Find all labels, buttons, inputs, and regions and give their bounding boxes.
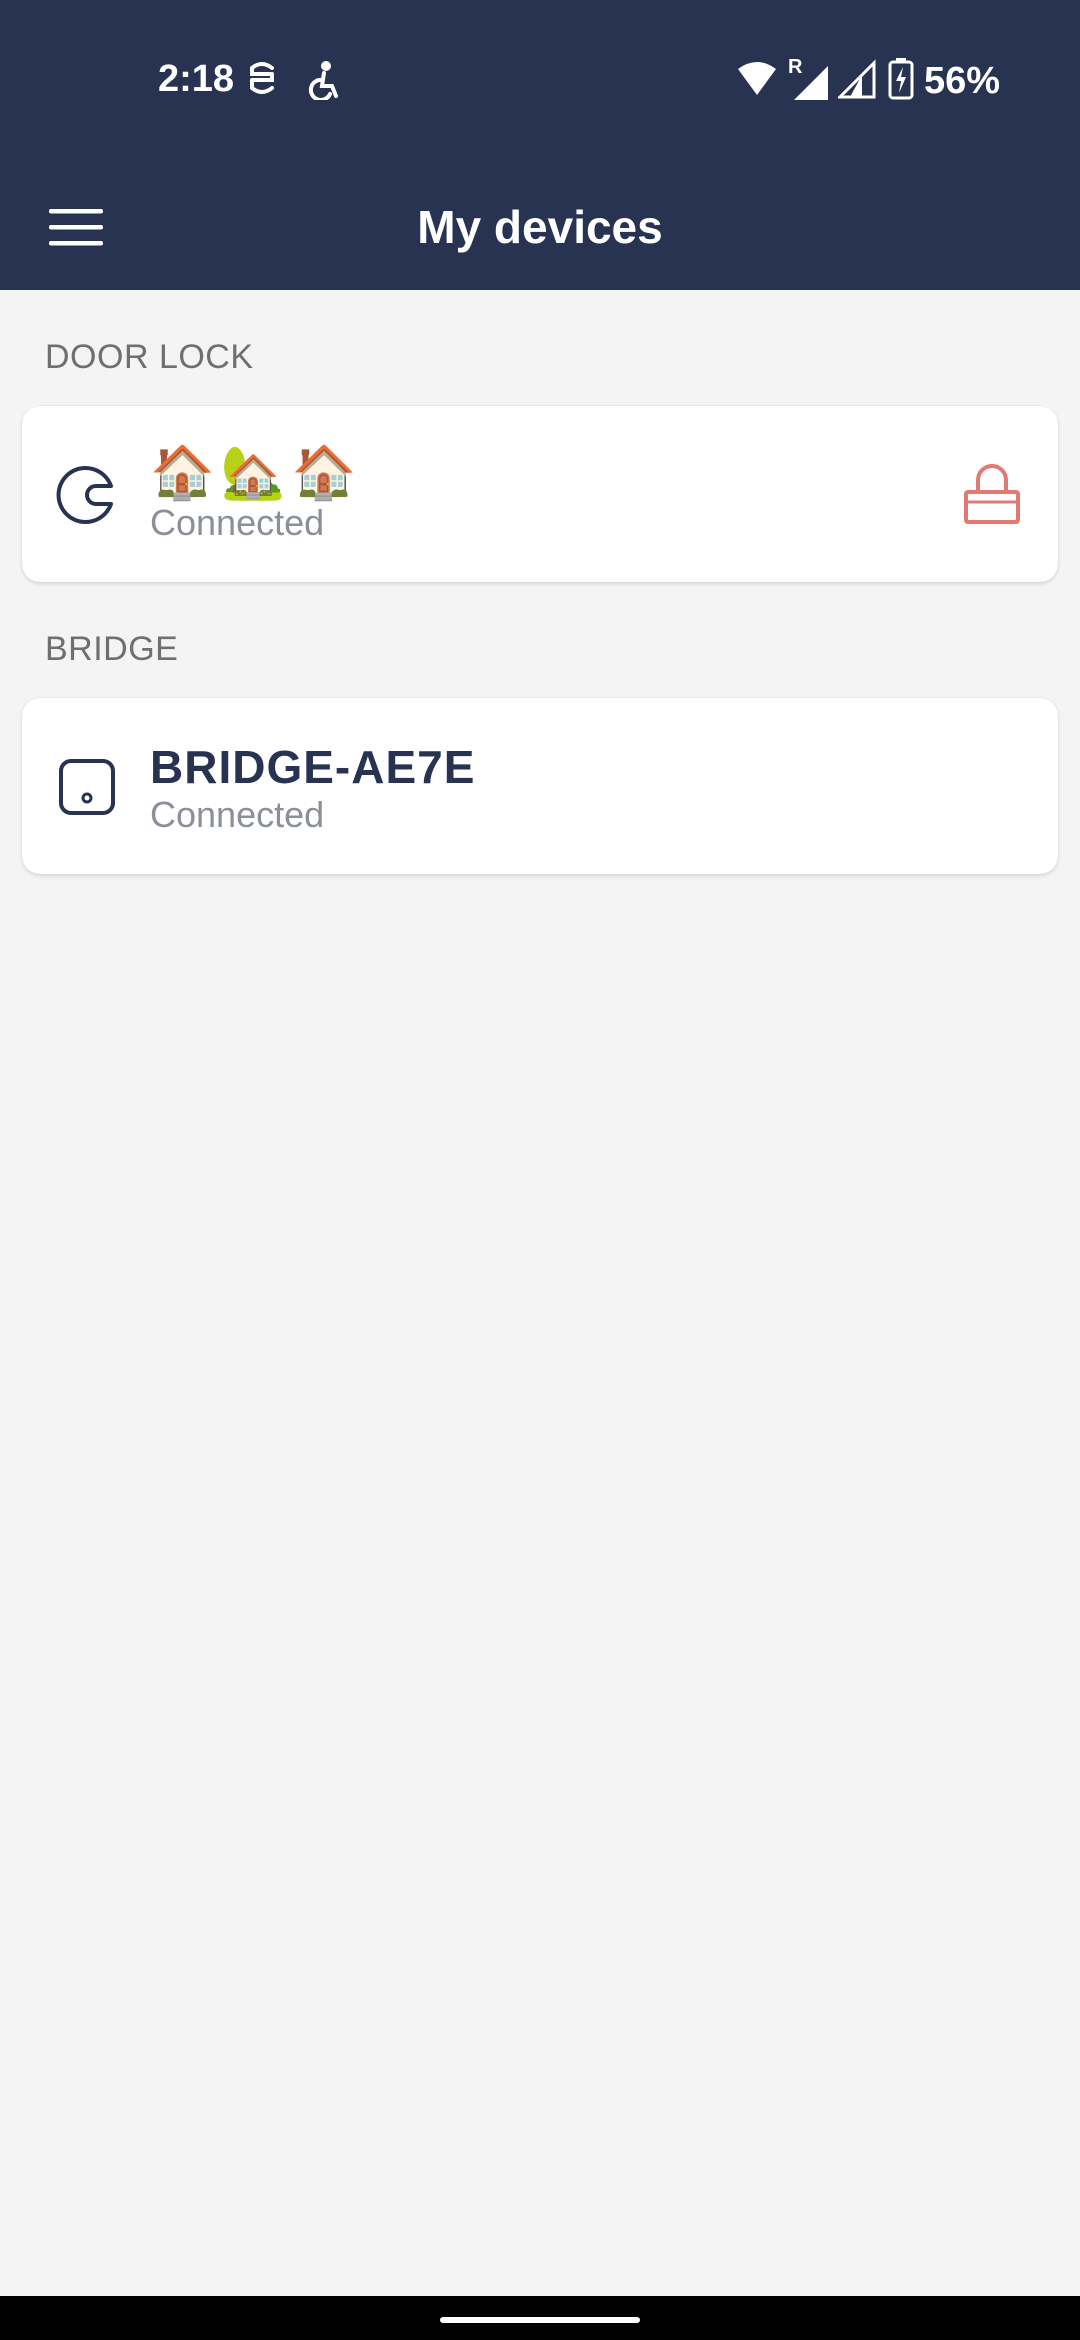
device-card-door-lock[interactable]: 🏠🏡🏠 Connected <box>22 406 1058 582</box>
device-card-bridge[interactable]: BRIDGE-AE7E Connected <box>22 698 1058 874</box>
s-icon <box>246 60 278 105</box>
device-status: Connected <box>150 502 325 543</box>
status-bar: 2:18 R 56% <box>0 0 1080 165</box>
accessibility-icon <box>306 60 342 105</box>
section-header-door-lock: DOOR LOCK <box>45 338 254 376</box>
battery-percentage: 56% <box>923 60 1000 102</box>
page-title: My devices <box>417 201 663 253</box>
device-name: BRIDGE-AE7E <box>150 741 476 793</box>
status-time: 2:18 <box>158 58 235 100</box>
battery-charging-icon <box>888 58 914 105</box>
app-bar: My devices <box>0 165 1080 290</box>
signal-icon <box>836 59 878 104</box>
section-header-bridge: BRIDGE <box>45 630 179 668</box>
home-indicator[interactable] <box>440 2317 640 2323</box>
bridge-device-icon <box>59 759 115 815</box>
lock-toggle-button[interactable] <box>956 458 1028 530</box>
door-lock-device-icon <box>56 466 113 524</box>
status-right-group: R 56% <box>736 56 1000 105</box>
device-status: Connected <box>150 794 325 835</box>
lock-icon <box>964 464 1020 524</box>
wifi-icon <box>736 61 778 102</box>
roaming-indicator: R <box>788 56 828 102</box>
device-name: 🏠🏡🏠 <box>150 444 363 502</box>
